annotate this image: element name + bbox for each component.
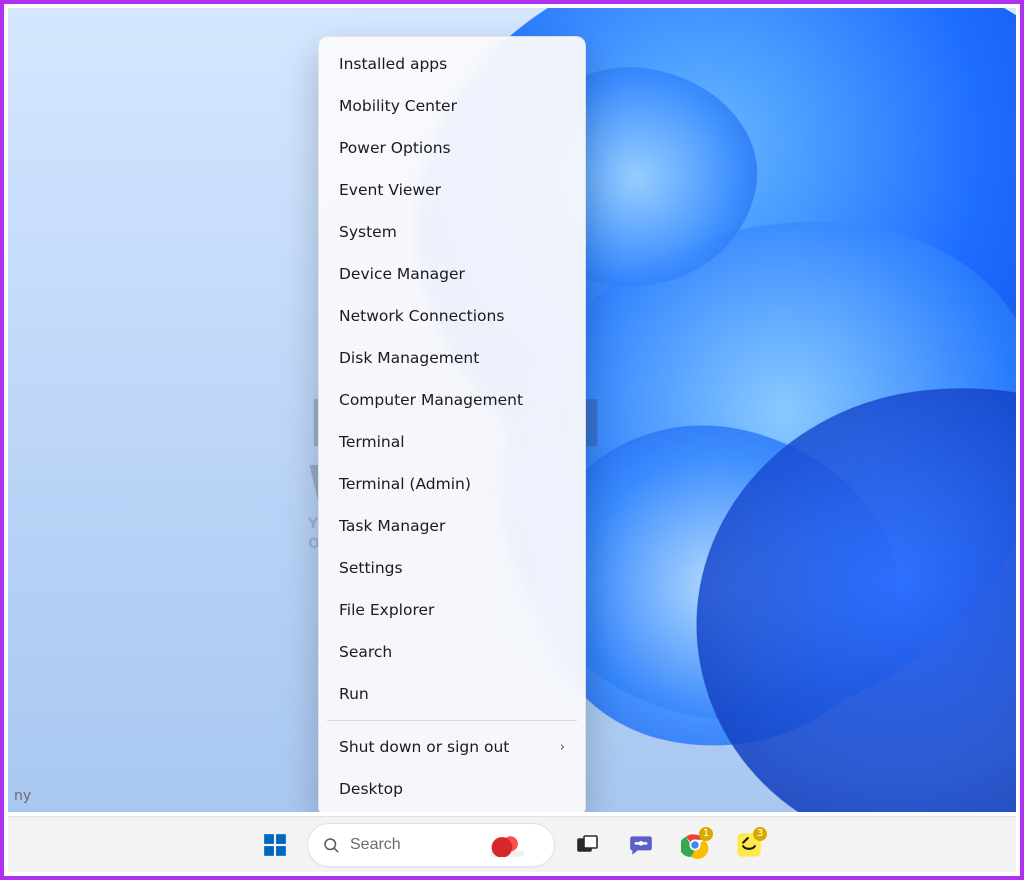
taskbar-task-view-button[interactable] <box>565 823 609 867</box>
menu-item-label: Search <box>339 643 392 661</box>
menu-item-label: Device Manager <box>339 265 465 283</box>
menu-item-label: Run <box>339 685 369 703</box>
taskbar: 1 3 <box>8 816 1016 872</box>
menu-item-label: Terminal (Admin) <box>339 475 471 493</box>
menu-item-power-options[interactable]: Power Options <box>325 127 579 169</box>
taskbar-chrome-button[interactable]: 1 <box>673 823 717 867</box>
menu-item-device-manager[interactable]: Device Manager <box>325 253 579 295</box>
menu-item-installed-apps[interactable]: Installed apps <box>325 43 579 85</box>
menu-item-mobility-center[interactable]: Mobility Center <box>325 85 579 127</box>
chevron-right-icon: › <box>560 740 565 755</box>
menu-item-shut-down-or-sign-out[interactable]: Shut down or sign out › <box>325 726 579 768</box>
menu-item-label: Shut down or sign out <box>339 738 509 756</box>
notification-badge: 3 <box>753 827 767 841</box>
menu-item-file-explorer[interactable]: File Explorer <box>325 589 579 631</box>
menu-item-label: Installed apps <box>339 55 447 73</box>
menu-item-computer-management[interactable]: Computer Management <box>325 379 579 421</box>
menu-item-label: File Explorer <box>339 601 434 619</box>
taskbar-center: 1 3 <box>253 823 771 867</box>
menu-item-label: System <box>339 223 397 241</box>
taskbar-chat-button[interactable] <box>619 823 663 867</box>
menu-item-label: Network Connections <box>339 307 504 325</box>
windows-logo-icon <box>262 832 288 858</box>
menu-item-label: Computer Management <box>339 391 523 409</box>
menu-item-label: Task Manager <box>339 517 445 535</box>
menu-separator <box>327 720 577 721</box>
menu-item-label: Mobility Center <box>339 97 457 115</box>
task-view-icon <box>575 833 599 857</box>
search-icon <box>322 836 340 854</box>
menu-item-desktop[interactable]: Desktop <box>325 768 579 810</box>
corner-label: ny <box>12 788 31 804</box>
start-button[interactable] <box>253 823 297 867</box>
menu-item-label: Event Viewer <box>339 181 441 199</box>
menu-item-settings[interactable]: Settings <box>325 547 579 589</box>
menu-item-label: Disk Management <box>339 349 479 367</box>
notification-badge: 1 <box>699 827 713 841</box>
menu-item-label: Power Options <box>339 139 451 157</box>
taskbar-search[interactable] <box>307 823 555 867</box>
search-highlight-icon <box>490 833 524 857</box>
menu-item-label: Terminal <box>339 433 405 451</box>
chat-icon <box>628 832 654 858</box>
search-input[interactable] <box>350 836 480 854</box>
taskbar-app-button[interactable]: 3 <box>727 823 771 867</box>
menu-item-terminal[interactable]: Terminal <box>325 421 579 463</box>
menu-item-run[interactable]: Run <box>325 673 579 715</box>
menu-item-label: Desktop <box>339 780 403 798</box>
winx-context-menu: Installed apps Mobility Center Power Optio… <box>318 36 586 812</box>
menu-item-disk-management[interactable]: Disk Management <box>325 337 579 379</box>
menu-item-system[interactable]: System <box>325 211 579 253</box>
menu-item-label: Settings <box>339 559 403 577</box>
menu-item-network-connections[interactable]: Network Connections <box>325 295 579 337</box>
menu-item-search[interactable]: Search <box>325 631 579 673</box>
desktop-wallpaper[interactable]: HITECH WORK YOUR VISION OUR FUTURE Insta… <box>8 8 1016 812</box>
menu-item-terminal-admin[interactable]: Terminal (Admin) <box>325 463 579 505</box>
menu-item-task-manager[interactable]: Task Manager <box>325 505 579 547</box>
menu-item-event-viewer[interactable]: Event Viewer <box>325 169 579 211</box>
